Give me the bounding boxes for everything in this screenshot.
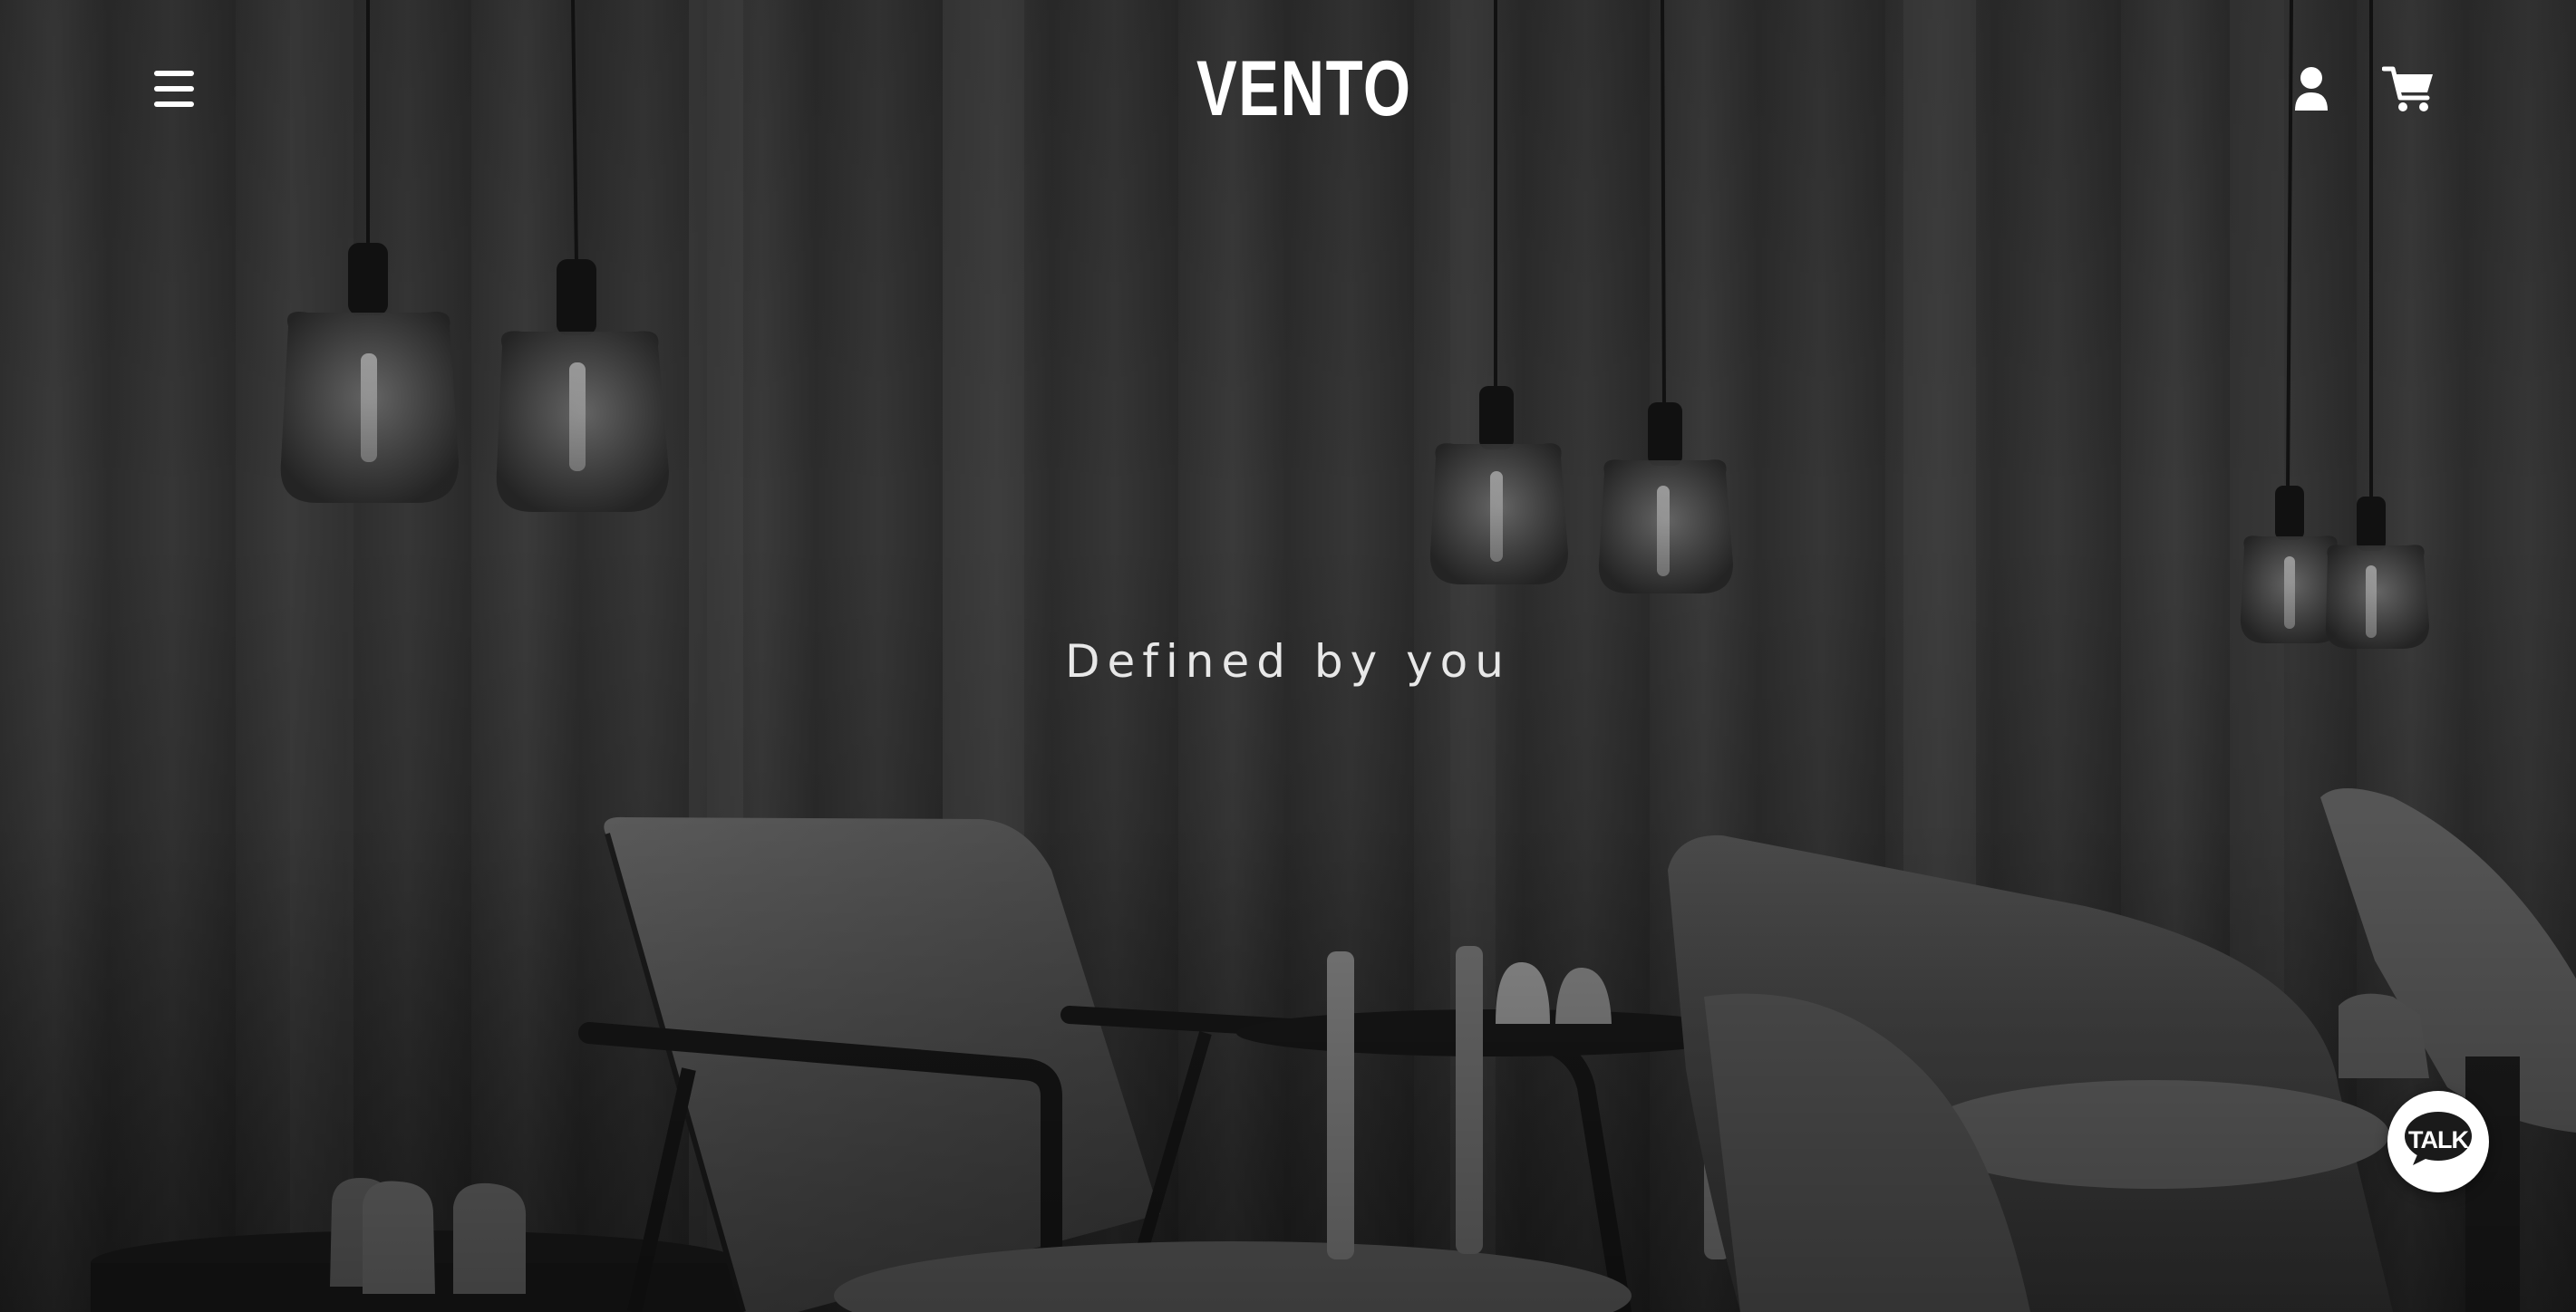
hero-tagline: Defined by you <box>1065 635 1511 688</box>
hero-banner: VENTO Defined by you TALK <box>0 0 2576 1312</box>
talk-label: TALK <box>2408 1126 2469 1153</box>
shopping-cart-icon[interactable] <box>2381 63 2436 114</box>
site-header: VENTO <box>0 0 2576 181</box>
hamburger-menu-icon[interactable] <box>145 63 203 114</box>
user-icon[interactable] <box>2286 63 2337 114</box>
kakao-talk-chat-button[interactable]: TALK <box>2387 1091 2489 1192</box>
brand-logo[interactable]: VENTO <box>1196 45 1410 132</box>
